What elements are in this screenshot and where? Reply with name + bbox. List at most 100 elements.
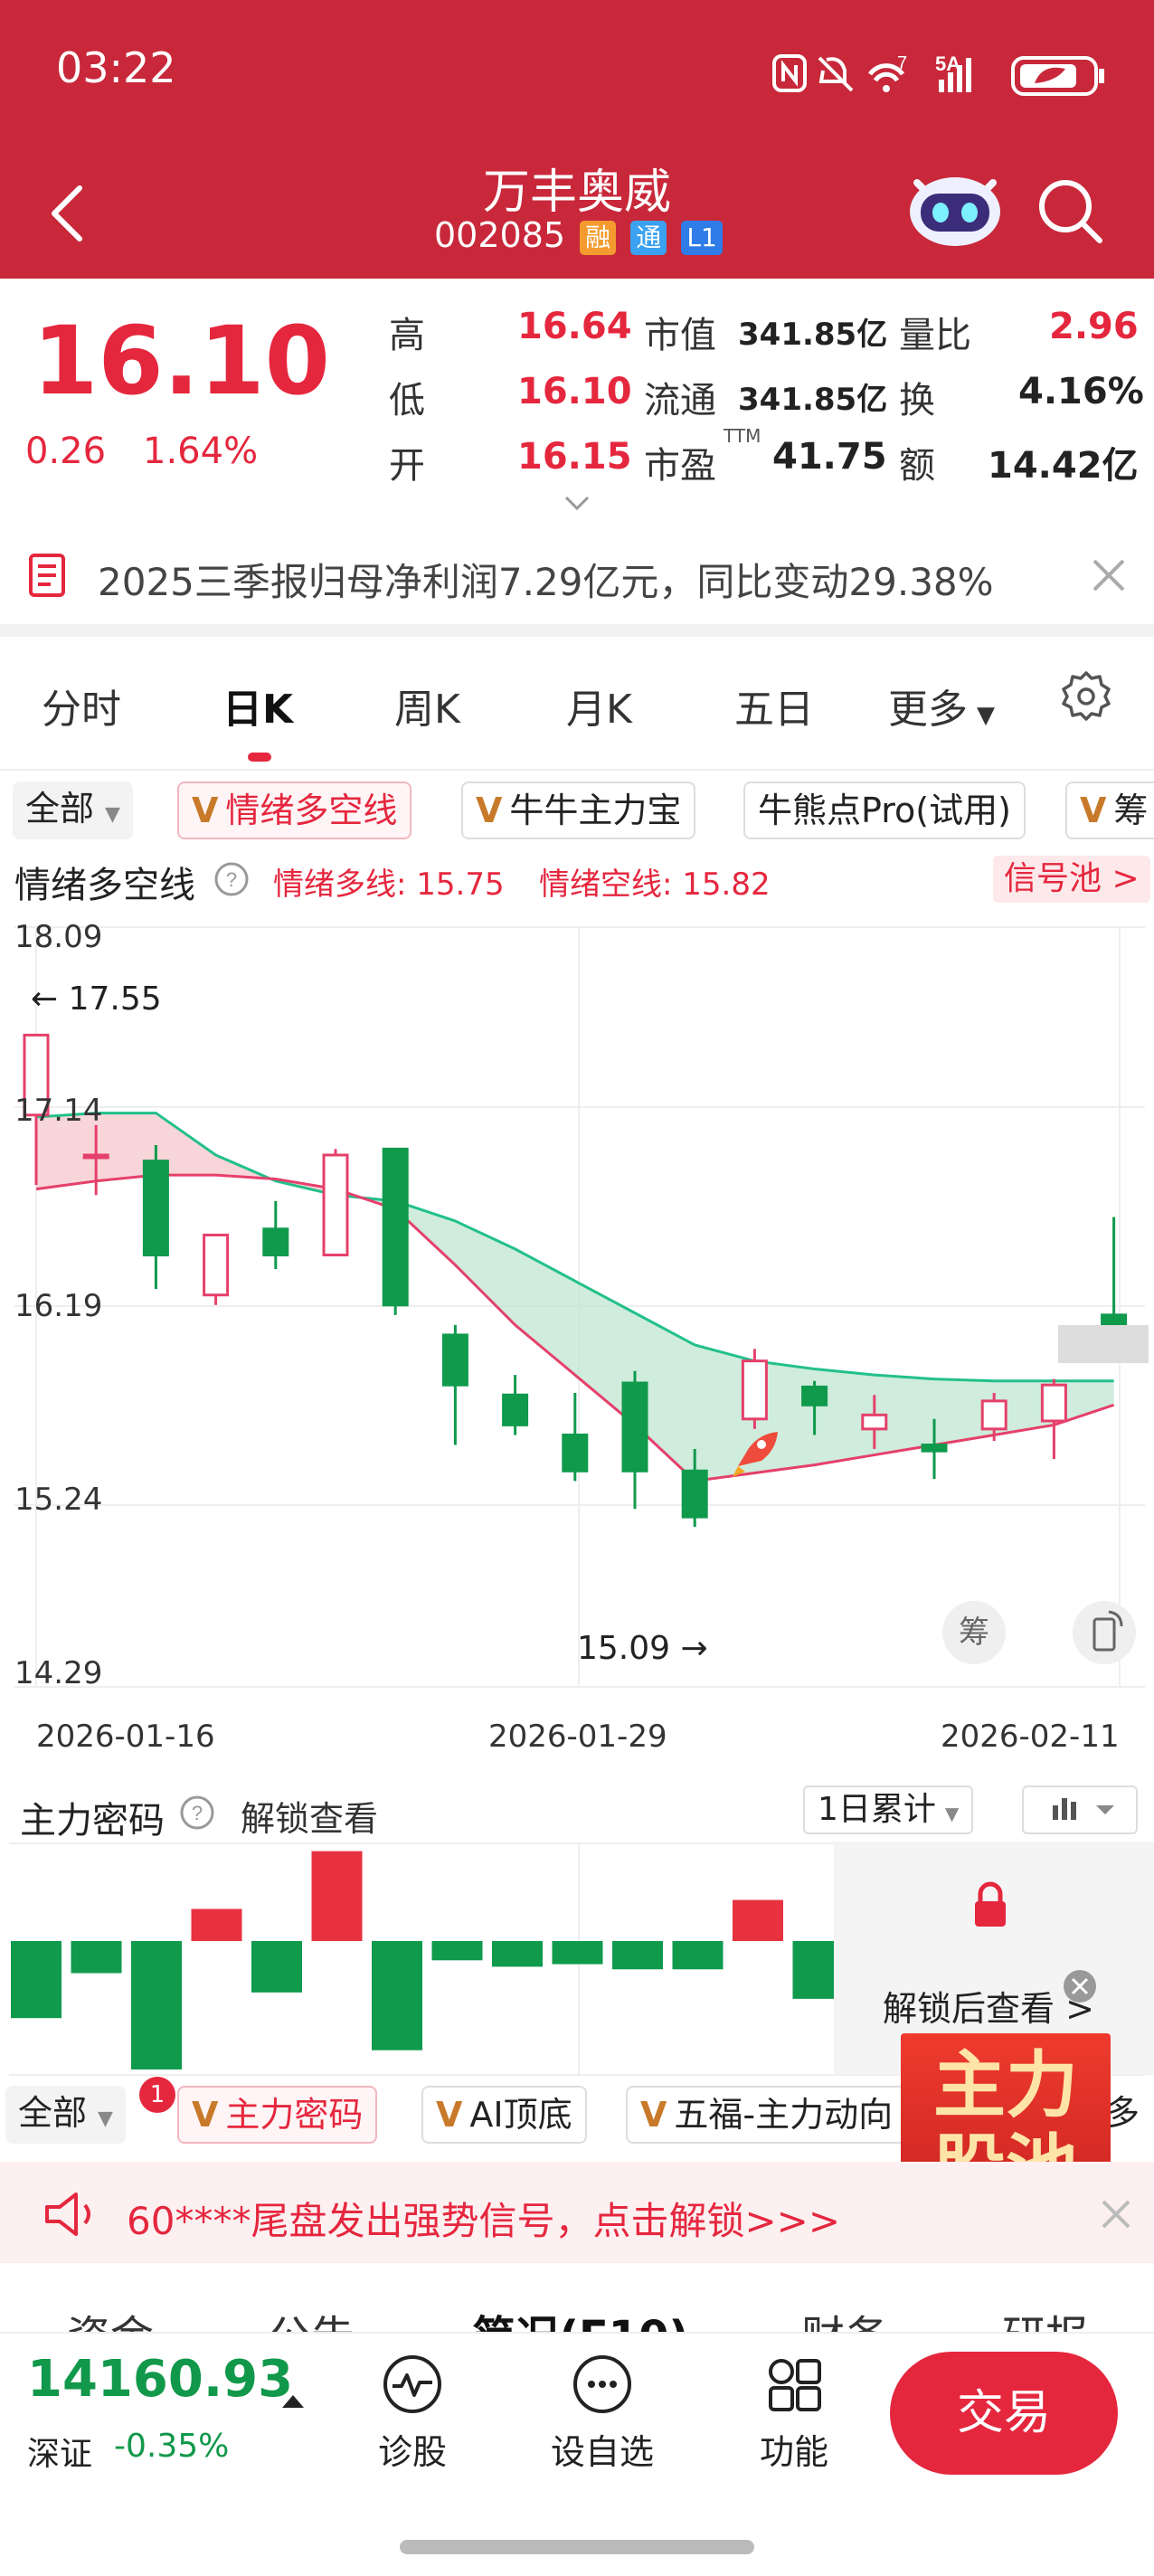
tab-five-day[interactable]: 五日 bbox=[734, 677, 814, 734]
candle-down bbox=[441, 1333, 468, 1387]
inflow-bar bbox=[311, 1851, 363, 1941]
outflow-bar bbox=[431, 1941, 483, 1961]
nav-functions[interactable]: 功能 bbox=[731, 2352, 857, 2474]
chip-label: AI顶底 bbox=[469, 2095, 572, 2135]
svg-text:?: ? bbox=[226, 868, 237, 891]
unlock-view-link[interactable]: 解锁查看 bbox=[241, 1791, 378, 1841]
tab-intraday[interactable]: 分时 bbox=[42, 677, 121, 734]
subtab-capital[interactable]: 资金 bbox=[67, 2301, 154, 2334]
period-select[interactable]: 1日累计 ▼ bbox=[803, 1785, 974, 1834]
indicator-filter-all[interactable]: 全部 ▼ bbox=[5, 2086, 126, 2144]
help-icon[interactable]: ? bbox=[179, 1795, 215, 1831]
candle-down bbox=[562, 1433, 589, 1473]
outflow-bar bbox=[11, 1941, 61, 2019]
quote-label: 额 bbox=[899, 445, 935, 487]
vip-icon: V bbox=[192, 791, 219, 830]
x-tick-label: 2026-01-29 bbox=[488, 1719, 667, 1755]
candle-up bbox=[861, 1413, 888, 1431]
index-name: 深证 bbox=[27, 2436, 93, 2473]
tab-weekly-k[interactable]: 周K bbox=[394, 677, 460, 734]
index-value[interactable]: 14160.93 bbox=[27, 2350, 293, 2409]
nav-add-watchlist[interactable]: 设自选 bbox=[539, 2352, 666, 2474]
quote-value: 341.85亿 bbox=[738, 382, 888, 418]
stock-code: 002085 bbox=[434, 215, 566, 255]
chip-distribution-button[interactable]: 筹 bbox=[942, 1601, 1006, 1664]
indicator-filter-all[interactable]: 全部 ▼ bbox=[13, 781, 133, 839]
outflow-bar bbox=[251, 1941, 302, 1993]
gear-icon[interactable] bbox=[1060, 669, 1112, 722]
trade-button[interactable]: 交易 bbox=[890, 2352, 1118, 2475]
tab-more[interactable]: 更多 ▼ bbox=[888, 677, 995, 734]
chip-chips[interactable]: V筹 bbox=[1065, 781, 1154, 839]
chip-main-force-code[interactable]: V 主力密码 bbox=[177, 2086, 378, 2144]
kline-chart[interactable] bbox=[0, 914, 1154, 1719]
low-marker-value: 15.09 bbox=[577, 1630, 671, 1667]
nav-diagnose[interactable]: 诊股 bbox=[349, 2352, 476, 2474]
candle-down bbox=[502, 1393, 529, 1426]
low-marker: 15.09 → bbox=[577, 1630, 708, 1667]
candle-down bbox=[801, 1385, 828, 1406]
outflow-bar bbox=[131, 1941, 182, 2069]
notice-text[interactable]: 2025三季报归母净利润7.29亿元，同比变动29.38% bbox=[98, 552, 994, 607]
report-icon bbox=[29, 554, 65, 597]
chevron-down-icon[interactable] bbox=[563, 494, 591, 514]
y-tick-label: 17.14 bbox=[14, 1093, 103, 1129]
caret-down-icon: ▼ bbox=[977, 702, 995, 729]
candle-up bbox=[741, 1359, 768, 1421]
speaker-icon bbox=[45, 2192, 90, 2236]
search-icon[interactable] bbox=[1036, 177, 1105, 246]
chip-emotion-line[interactable]: V 情绪多空线 bbox=[177, 781, 412, 839]
help-icon[interactable]: ? bbox=[213, 861, 250, 897]
price-change-pct: 1.64% bbox=[143, 431, 259, 472]
chip-main-force[interactable]: V 牛牛主力宝 bbox=[461, 781, 696, 839]
more-circle-icon bbox=[573, 2355, 631, 2413]
quote-label: 低 bbox=[389, 380, 425, 421]
chart-type-select[interactable] bbox=[1022, 1785, 1138, 1834]
stock-code-row: 002085 融 通 L1 bbox=[434, 215, 723, 255]
candle-down bbox=[262, 1227, 289, 1257]
tab-monthly-k[interactable]: 月K bbox=[566, 677, 632, 734]
vip-icon: V bbox=[192, 2095, 219, 2135]
promo-line1: 主力 bbox=[933, 2043, 1078, 2127]
bar-chart-icon bbox=[1053, 1798, 1114, 1820]
quote-label: 开 bbox=[389, 445, 425, 487]
rotate-screen-button[interactable] bbox=[1073, 1601, 1136, 1664]
subtab-research[interactable]: 研报 bbox=[1002, 2301, 1089, 2334]
nav-label: 诊股 bbox=[377, 2432, 447, 2472]
chip-label: 情绪多空线 bbox=[225, 791, 398, 830]
vip-icon: V bbox=[640, 2095, 667, 2135]
quote-value: 4.16% bbox=[1018, 371, 1144, 412]
emotion-short-value: 情绪空线: 15.82 bbox=[539, 867, 771, 903]
pulse-icon bbox=[383, 2355, 441, 2413]
rotate-icon bbox=[1093, 1610, 1123, 1652]
unlock-after-link[interactable]: 解锁后查看 > bbox=[883, 1981, 1094, 2031]
subtab-finance[interactable]: 财务 bbox=[801, 2301, 888, 2334]
candle-down bbox=[382, 1147, 409, 1307]
quote-value: 14.42亿 bbox=[988, 445, 1139, 487]
caret-down-icon: ▼ bbox=[105, 803, 120, 826]
candle-down bbox=[681, 1469, 708, 1519]
outflow-bar bbox=[492, 1941, 543, 1967]
home-indicator[interactable] bbox=[400, 2540, 754, 2554]
subtab-notice[interactable]: 公告 bbox=[268, 2301, 355, 2334]
banner-text[interactable]: 60****尾盘发出强势信号，点击解锁>>> bbox=[127, 2191, 840, 2246]
chip-wufu[interactable]: V 五福-主力动向 bbox=[626, 2086, 908, 2144]
candle-up bbox=[980, 1399, 1007, 1431]
subtab-f10[interactable]: 简况(F10) bbox=[472, 2301, 688, 2334]
chip-ai-top-bottom[interactable]: V AI顶底 bbox=[421, 2086, 587, 2144]
signal-pool-button[interactable]: 信号池 > bbox=[993, 856, 1150, 903]
main-force-title: 主力密码 bbox=[20, 1800, 165, 1842]
tab-daily-k[interactable]: 日K bbox=[222, 677, 293, 734]
robot-assistant-icon[interactable] bbox=[904, 166, 1006, 248]
svg-text:?: ? bbox=[192, 1802, 203, 1824]
nav-label: 设自选 bbox=[550, 2432, 654, 2472]
grid-icon bbox=[769, 2359, 821, 2411]
close-icon[interactable] bbox=[1089, 555, 1129, 595]
signal-pool-label: 信号池 bbox=[1004, 860, 1102, 897]
close-icon[interactable] bbox=[1098, 2196, 1134, 2232]
chip-label: 筹 bbox=[1113, 791, 1149, 830]
quote-value: 41.75 bbox=[772, 436, 887, 478]
divider bbox=[0, 624, 1154, 637]
chip-bull-bear[interactable]: 牛熊点Pro(试用) bbox=[743, 781, 1026, 839]
stock-detail-screen: { "status_bar":{"time":"03:22","signal_l… bbox=[0, 0, 1154, 2576]
